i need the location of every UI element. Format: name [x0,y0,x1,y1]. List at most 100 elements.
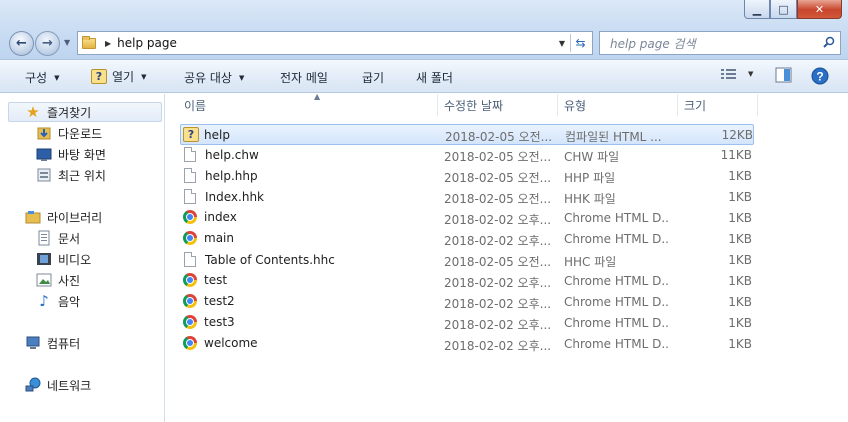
file-date: 2018-02-02 오후... [444,318,550,332]
recent-pages-dropdown[interactable]: ▼ [64,38,70,47]
preview-pane-button[interactable] [775,67,792,83]
file-icon [184,168,196,183]
file-row[interactable]: test2 2018-02-02 오후... Chrome HTML D... … [180,292,754,313]
file-type: HHK 파일 [564,192,616,206]
file-size: 1KB [728,295,752,309]
back-button[interactable]: ← [9,31,34,56]
organize-menu[interactable]: 구성 ▼ [25,69,59,86]
file-row[interactable]: test3 2018-02-02 오후... Chrome HTML D... … [180,313,754,334]
file-type: Chrome HTML D... [564,274,668,288]
file-row[interactable]: Index.hhk 2018-02-05 오전... HHK 파일 1KB [180,187,754,208]
file-row[interactable]: help.chw 2018-02-05 오전... CHW 파일 11KB [180,145,754,166]
column-header-type[interactable]: 유형 [558,94,678,116]
sidebar-item-documents[interactable]: 문서 [36,228,80,248]
sidebar-item-recent[interactable]: 최근 위치 [36,165,106,185]
column-header-size[interactable]: 크기 [678,94,758,116]
file-size: 1KB [728,253,752,267]
open-menu[interactable]: ? 열기 ▼ [91,68,146,85]
file-size: 1KB [728,274,752,288]
preview-pane-icon [775,67,792,83]
address-dropdown-icon[interactable]: ▼ [559,39,565,48]
chrome-icon [183,294,197,308]
file-size: 1KB [728,169,752,183]
folder-icon [82,35,96,49]
sidebar-item-libraries[interactable]: 라이브러리 [25,207,102,227]
file-row[interactable]: test 2018-02-02 오후... Chrome HTML D... 1… [180,271,754,292]
file-date: 2018-02-05 오전... [444,171,550,185]
sidebar-item-network[interactable]: 네트워크 [25,375,91,395]
maximize-button[interactable]: □ [770,0,797,19]
file-type: Chrome HTML D... [564,295,668,309]
sidebar-item-label: 사진 [58,273,81,288]
command-bar: 구성 ▼ ? 열기 ▼ 공유 대상 ▼ 전자 메일 굽기 새 폴더 ▼ ? [0,60,848,93]
file-size: 12KB [721,128,753,142]
breadcrumb[interactable]: help page [117,36,177,50]
library-icon [25,209,41,225]
file-date: 2018-02-02 오후... [444,297,550,311]
file-name: help.hhp [205,168,258,183]
help-button[interactable]: ? [811,67,829,85]
email-label: 전자 메일 [280,71,328,85]
file-row[interactable]: main 2018-02-02 오후... Chrome HTML D... 1… [180,229,754,250]
file-row[interactable]: Table of Contents.hhc 2018-02-05 오전... H… [180,250,754,271]
file-row[interactable]: index 2018-02-02 오후... Chrome HTML D... … [180,208,754,229]
sidebar-item-videos[interactable]: 비디오 [36,249,91,269]
file-row[interactable]: welcome 2018-02-02 오후... Chrome HTML D..… [180,334,754,355]
chrome-icon [183,315,197,329]
refresh-button[interactable]: ⇆ [570,34,590,52]
svg-text:?: ? [816,70,823,84]
pictures-icon [36,272,52,288]
search-icon[interactable] [823,36,835,48]
documents-icon [36,230,52,246]
close-button[interactable]: ✕ [797,0,842,19]
breadcrumb-separator-icon[interactable]: ▶ [105,39,111,48]
file-name: welcome [204,336,258,350]
sidebar-item-computer[interactable]: 컴퓨터 [25,333,80,353]
file-row[interactable]: ? help 2018-02-05 오전... 컴파일된 HTML ... 12K… [180,124,754,145]
navigation-pane: ★ 즐겨찾기 다운로드 바탕 화면 최근 위치 라이브러리 문서 비디오 사진 … [0,94,165,422]
file-date: 2018-02-02 오후... [444,213,550,227]
burn-label: 굽기 [362,71,385,85]
file-date: 2018-02-02 오후... [444,339,550,353]
sidebar-item-label: 바탕 화면 [58,147,106,162]
sidebar-item-desktop[interactable]: 바탕 화면 [36,144,106,164]
music-note-icon: ♪ [39,292,49,310]
sidebar-item-label: 즐겨찾기 [47,105,92,120]
desktop-icon [36,146,52,162]
chrome-icon [183,231,197,245]
sidebar-item-label: 문서 [58,231,81,246]
sidebar-item-label: 음악 [58,294,81,309]
file-list: ? help 2018-02-05 오전... 컴파일된 HTML ... 12K… [166,117,848,422]
view-options-button[interactable]: ▼ [720,67,753,81]
column-header-name[interactable]: 이름 ▲ [178,92,438,116]
file-icon [184,252,196,267]
file-date: 2018-02-05 오전... [444,255,550,269]
chevron-down-icon: ▼ [141,72,147,81]
new-folder-button[interactable]: 새 폴더 [416,69,453,86]
share-label: 공유 대상 [184,71,232,85]
file-name: Index.hhk [205,189,265,204]
sidebar-item-pictures[interactable]: 사진 [36,270,80,290]
file-name: help.chw [205,147,259,162]
share-menu[interactable]: 공유 대상 ▼ [184,69,244,86]
sidebar-item-music[interactable]: ♪ 음악 [36,291,80,311]
help-icon: ? [811,67,829,85]
sidebar-item-favorites[interactable]: ★ 즐겨찾기 [8,102,162,122]
sidebar-item-downloads[interactable]: 다운로드 [36,123,102,143]
organize-label: 구성 [25,71,48,85]
chevron-down-icon: ▼ [54,73,60,82]
chm-help-icon: ? [91,69,107,84]
column-header-date[interactable]: 수정한 날짜 [438,94,558,116]
file-row[interactable]: help.hhp 2018-02-05 오전... HHP 파일 1KB [180,166,754,187]
forward-button[interactable]: → [35,31,60,56]
sidebar-item-label: 최근 위치 [58,168,106,183]
address-bar[interactable]: ▶ help page ▼ ⇆ [77,31,593,55]
file-name: help [204,127,230,142]
burn-button[interactable]: 굽기 [362,69,384,86]
search-input[interactable]: help page 검색 [599,31,841,55]
email-button[interactable]: 전자 메일 [280,69,328,86]
file-type: HHC 파일 [564,255,617,269]
minimize-button[interactable]: ▁ [744,0,770,19]
chevron-down-icon: ▼ [238,73,245,82]
file-date: 2018-02-05 오전... [444,150,550,164]
